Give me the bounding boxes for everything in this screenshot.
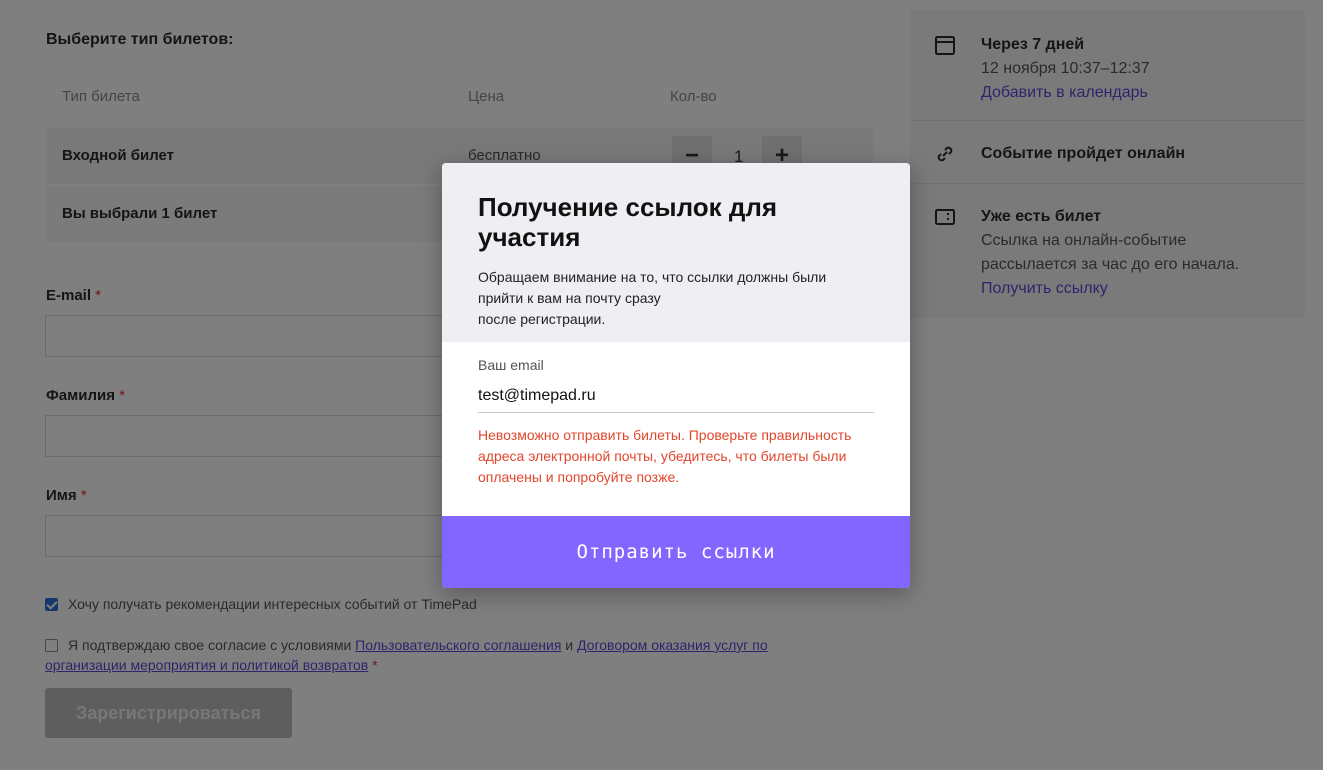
- email-input-label: Ваш email: [478, 357, 544, 373]
- email-input[interactable]: [478, 379, 874, 413]
- send-links-button[interactable]: Отправить ссылки: [442, 516, 910, 588]
- modal-description-line: прийти к вам на почту сразу: [478, 290, 661, 306]
- get-links-modal: Получение ссылок для участия Обращаем вн…: [442, 163, 910, 588]
- error-message: Невозможно отправить билеты. Проверьте п…: [478, 427, 852, 485]
- modal-description: Обращаем внимание на то, что ссылки долж…: [478, 267, 868, 330]
- modal-header: Получение ссылок для участия Обращаем вн…: [442, 163, 910, 342]
- modal-description-line: после регистрации.: [478, 311, 606, 327]
- modal-description-line: Обращаем внимание на то, что ссылки долж…: [478, 269, 827, 285]
- modal-title: Получение ссылок для участия: [478, 192, 778, 252]
